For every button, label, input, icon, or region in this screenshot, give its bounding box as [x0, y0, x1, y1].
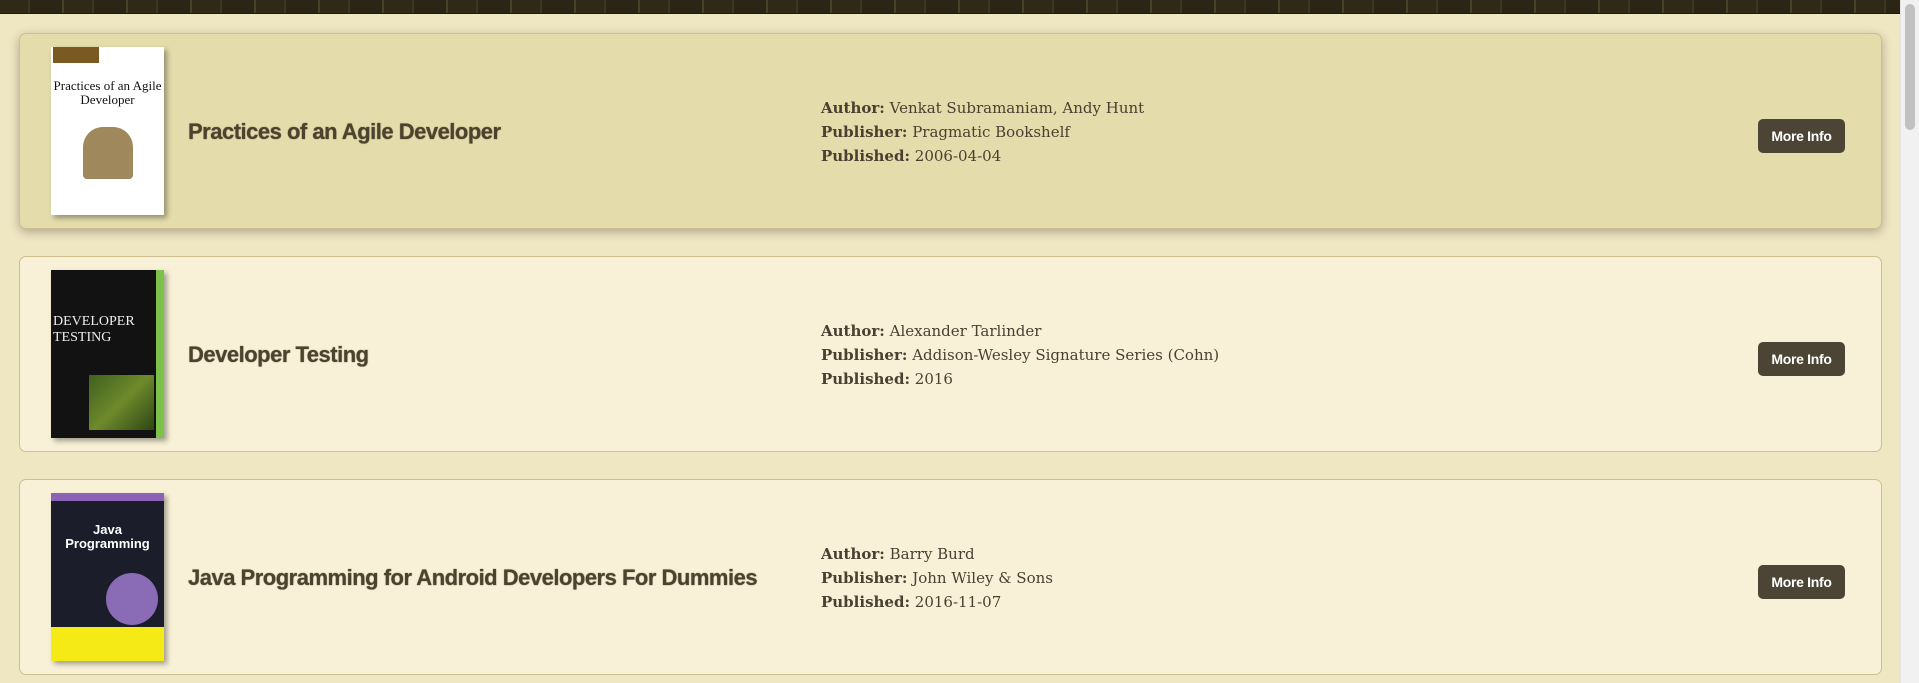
publisher-label: Publisher: [821, 569, 908, 587]
cover-illustration [83, 127, 133, 179]
author-value: Alexander Tarlinder [889, 322, 1042, 340]
book-details: Author: Alexander Tarlinder Publisher: A… [821, 257, 1219, 453]
book-card[interactable]: Practices of an Agile Developer Practice… [19, 33, 1882, 229]
more-info-button[interactable]: More Info [1758, 342, 1845, 376]
cover-title: Java Programming [65, 522, 150, 551]
published-label: Published: [821, 593, 910, 611]
cover-band [51, 493, 164, 501]
cover-illustration [89, 375, 154, 430]
published-row: Published: 2016 [821, 367, 1219, 391]
author-label: Author: [821, 322, 885, 340]
author-label: Author: [821, 545, 885, 563]
publisher-row: Publisher: Addison-Wesley Signature Seri… [821, 343, 1219, 367]
book-card[interactable]: Java Programming Java Programming for An… [19, 479, 1882, 675]
published-value: 2016 [914, 370, 953, 388]
published-row: Published: 2006-04-04 [821, 144, 1144, 168]
book-cover[interactable]: Practices of an Agile Developer [51, 47, 164, 215]
author-value: Barry Burd [889, 545, 975, 563]
book-details: Author: Venkat Subramaniam, Andy Hunt Pu… [821, 34, 1144, 230]
cover-title: Practices of an Agile Developer [53, 78, 162, 107]
book-cover[interactable]: DEVELOPER TESTING [51, 270, 164, 438]
header-banner [0, 0, 1900, 14]
published-value: 2016-11-07 [914, 593, 1002, 611]
publisher-value: Addison-Wesley Signature Series (Cohn) [912, 346, 1220, 364]
vertical-scrollbar[interactable] [1900, 0, 1919, 683]
cover-illustration [106, 573, 158, 625]
published-row: Published: 2016-11-07 [821, 590, 1053, 614]
author-row: Author: Alexander Tarlinder [821, 319, 1219, 343]
published-value: 2006-04-04 [914, 147, 1002, 165]
author-label: Author: [821, 99, 885, 117]
more-info-button[interactable]: More Info [1758, 119, 1845, 153]
published-label: Published: [821, 147, 910, 165]
publisher-logo [53, 47, 99, 63]
more-info-button[interactable]: More Info [1758, 565, 1845, 599]
author-row: Author: Barry Burd [821, 542, 1053, 566]
publisher-value: Pragmatic Bookshelf [912, 123, 1070, 141]
book-title: Developer Testing [188, 342, 369, 367]
book-details: Author: Barry Burd Publisher: John Wiley… [821, 480, 1053, 676]
published-label: Published: [821, 370, 910, 388]
scrollbar-thumb[interactable] [1905, 4, 1915, 130]
publisher-label: Publisher: [821, 346, 908, 364]
book-title: Practices of an Agile Developer [188, 119, 501, 144]
book-card[interactable]: DEVELOPER TESTING Developer Testing Auth… [19, 256, 1882, 452]
author-row: Author: Venkat Subramaniam, Andy Hunt [821, 96, 1144, 120]
cover-footer [51, 627, 164, 661]
publisher-value: John Wiley & Sons [912, 569, 1053, 587]
cover-title: DEVELOPER TESTING [53, 314, 135, 345]
book-cover[interactable]: Java Programming [51, 493, 164, 661]
publisher-row: Publisher: Pragmatic Bookshelf [821, 120, 1144, 144]
publisher-label: Publisher: [821, 123, 908, 141]
publisher-row: Publisher: John Wiley & Sons [821, 566, 1053, 590]
author-value: Venkat Subramaniam, Andy Hunt [889, 99, 1145, 117]
book-title: Java Programming for Android Developers … [188, 565, 758, 590]
book-list: Practices of an Agile Developer Practice… [19, 33, 1882, 683]
